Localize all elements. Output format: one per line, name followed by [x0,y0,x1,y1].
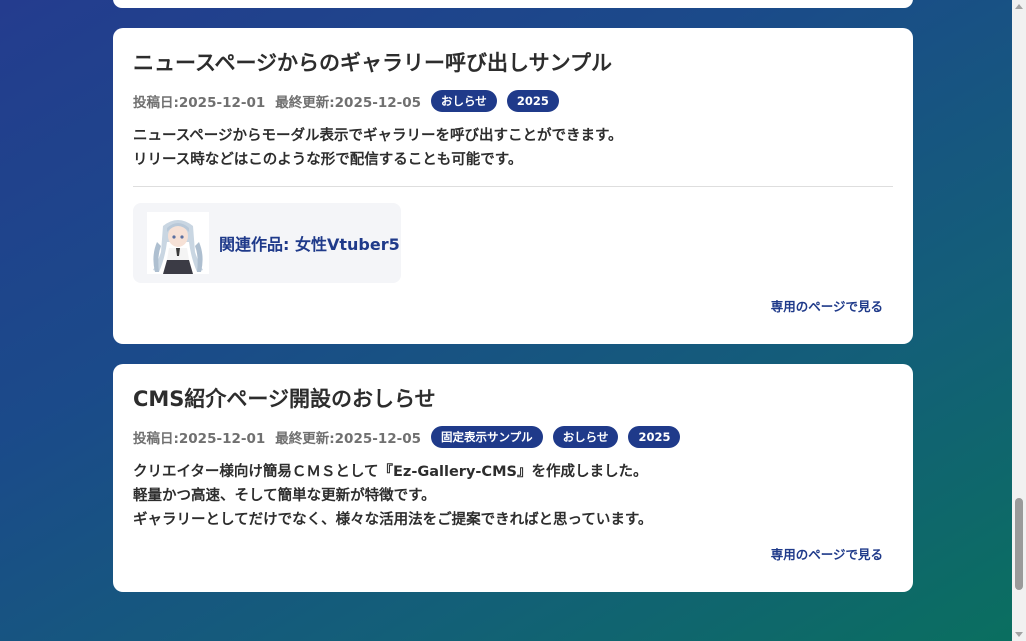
news-meta: 投稿日:2025-12-01 最終更新:2025-12-05 固定表示サンプル … [133,426,893,448]
body-line: ギャラリーとしてだけでなく、様々な活用法をご提案できればと思っています。 [133,512,653,528]
body-line: リリース時などはこのような形で配信することも可能です。 [133,152,523,168]
updated-date: 最終更新:2025-12-05 [275,95,422,111]
news-meta: 投稿日:2025-12-01 最終更新:2025-12-05 おしらせ 2025 [133,90,893,112]
body-line: クリエイター様向け簡易ＣＭＳとして『Ez-Gallery-CMS』を作成しました… [133,464,648,480]
news-body: ニュースページからモーダル表示でギャラリーを呼び出すことができます。 リリース時… [133,124,893,172]
previous-news-card [113,0,913,8]
vertical-scrollbar[interactable] [1012,0,1026,641]
body-line: ニュースページからモーダル表示でギャラリーを呼び出すことができます。 [133,128,623,144]
news-card: ニュースページからのギャラリー呼び出しサンプル 投稿日:2025-12-01 最… [113,28,913,344]
divider [133,186,893,187]
tag-badge[interactable]: おしらせ [552,426,619,448]
tag-badge[interactable]: 2025 [628,426,681,448]
tag-badge[interactable]: 2025 [506,90,559,112]
tag-badge[interactable]: 固定表示サンプル [431,426,543,448]
news-page: ニュースページからのギャラリー呼び出しサンプル 投稿日:2025-12-01 最… [0,0,1012,641]
related-work-label: 関連作品: 女性Vtuber5 [219,235,400,254]
scrollbar-thumb[interactable] [1015,498,1023,590]
vtuber-character-thumbnail-icon [147,212,209,274]
view-dedicated-page-link[interactable]: 専用のページで見る [771,544,883,563]
news-body: クリエイター様向け簡易ＣＭＳとして『Ez-Gallery-CMS』を作成しました… [133,460,893,532]
news-card: CMS紹介ページ開設のおしらせ 投稿日:2025-12-01 最終更新:2025… [113,364,913,592]
body-line: 軽量かつ高速、そして簡単な更新が特徴です。 [133,488,436,504]
view-dedicated-page-link[interactable]: 専用のページで見る [771,296,883,315]
posted-date: 投稿日:2025-12-01 [133,431,266,447]
updated-date: 最終更新:2025-12-05 [275,431,422,447]
posted-date: 投稿日:2025-12-01 [133,95,266,111]
news-title: ニュースページからのギャラリー呼び出しサンプル [133,51,613,75]
scroll-up-icon[interactable] [1015,4,1023,9]
related-work-link[interactable]: 関連作品: 女性Vtuber5 [133,203,401,283]
scroll-down-icon[interactable] [1015,632,1023,637]
news-title: CMS紹介ページ開設のおしらせ [133,387,436,411]
tag-badge[interactable]: おしらせ [431,90,497,112]
